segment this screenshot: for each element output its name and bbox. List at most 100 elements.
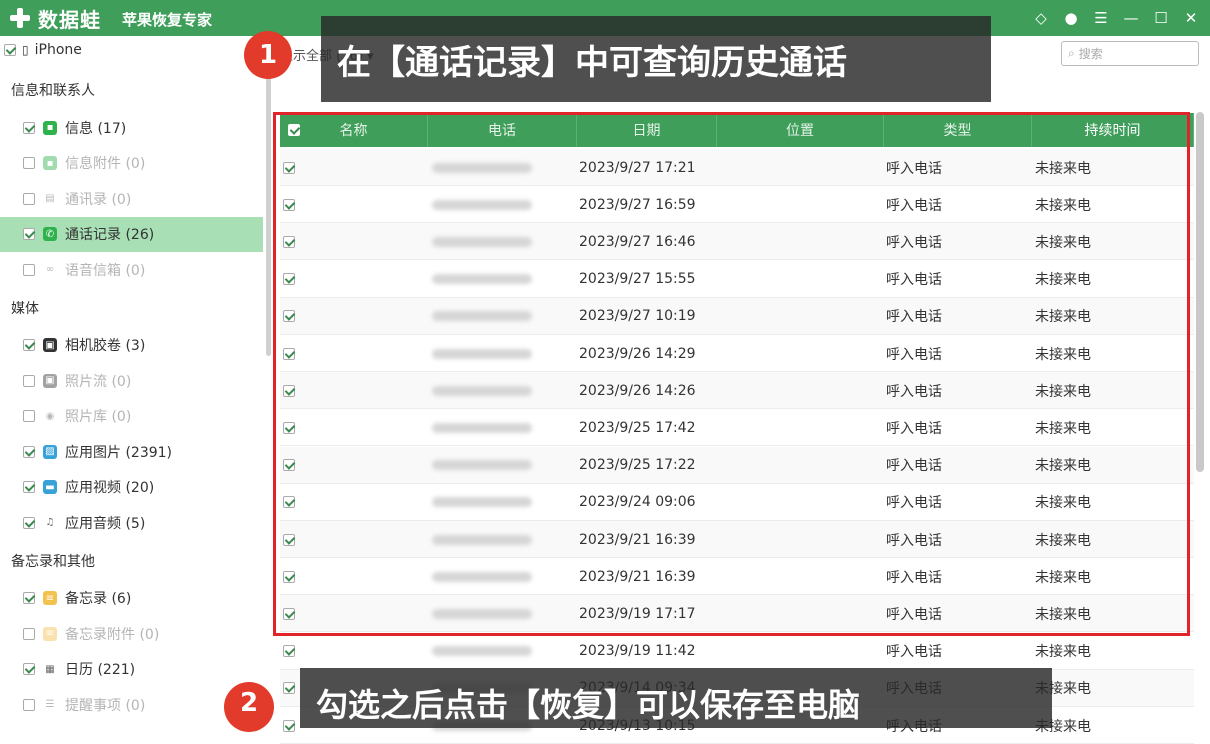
table-row[interactable]: 2023/9/27 17:21 呼入电话 未接来电	[280, 149, 1194, 186]
device-row[interactable]: ▯ iPhone	[4, 40, 82, 60]
sidebar-item-checkbox[interactable]	[23, 263, 35, 276]
row-checkbox[interactable]	[283, 719, 295, 732]
sidebar-item[interactable]: ≡ 备忘录 (6)	[0, 581, 263, 616]
table-row[interactable]: 2023/9/26 14:26 呼入电话 未接来电	[280, 372, 1194, 410]
cell-type: 呼入电话	[886, 644, 942, 661]
sidebar-item-checkbox[interactable]	[23, 698, 35, 711]
app-video-icon: ▬	[43, 480, 57, 494]
table-row[interactable]: 2023/9/27 10:19 呼入电话 未接来电	[280, 297, 1194, 335]
close-icon[interactable]: ✕	[1178, 6, 1204, 30]
sidebar-item-checkbox[interactable]	[23, 445, 35, 458]
sidebar-item-checkbox[interactable]	[23, 192, 35, 205]
device-checkbox[interactable]	[4, 44, 16, 56]
table-row[interactable]: 2023/9/21 16:39 呼入电话 未接来电	[280, 558, 1194, 596]
row-checkbox[interactable]	[283, 235, 295, 248]
sidebar-item-checkbox[interactable]	[23, 374, 35, 387]
table-row[interactable]: 2023/9/26 14:29 呼入电话 未接来电	[280, 335, 1194, 372]
sidebar-item-checkbox[interactable]	[23, 121, 35, 134]
column-header[interactable]: 持续时间	[1032, 113, 1194, 147]
sidebar-item-checkbox[interactable]	[23, 157, 35, 169]
search-placeholder: 搜索	[1078, 47, 1103, 61]
row-checkbox[interactable]	[283, 607, 295, 620]
column-header[interactable]: 日期	[577, 113, 717, 147]
sidebar-item-checkbox[interactable]	[23, 592, 35, 604]
sidebar-item-checkbox[interactable]	[23, 627, 35, 640]
sidebar-item[interactable]: ▣ 照片流 (0)	[0, 363, 263, 398]
sidebar-item[interactable]: ◉ 照片库 (0)	[0, 399, 263, 434]
cell-date: 2023/9/26 14:26	[579, 382, 696, 399]
row-checkbox[interactable]	[283, 198, 295, 211]
table-row[interactable]: 2023/9/21 16:39 呼入电话 未接来电	[280, 521, 1194, 558]
sidebar-item-checkbox[interactable]	[23, 516, 35, 529]
row-checkbox[interactable]	[283, 384, 295, 397]
sidebar-item[interactable]: ▪ 信息 (17)	[0, 110, 263, 145]
sidebar-item[interactable]: ✆ 通话记录 (26)	[0, 216, 263, 252]
chat-icon[interactable]: ●	[1058, 6, 1084, 30]
table-row[interactable]: 2023/9/19 17:17 呼入电话 未接来电	[280, 595, 1194, 633]
device-label: iPhone	[34, 42, 82, 58]
table-row[interactable]: 2023/9/19 11:42 呼入电话 未接来电	[280, 633, 1194, 670]
column-header[interactable]: 类型	[884, 113, 1032, 147]
table-row[interactable]: 2023/9/27 16:46 呼入电话 未接来电	[280, 223, 1194, 261]
cell-date: 2023/9/27 16:59	[579, 196, 696, 213]
cell-date: 2023/9/27 16:46	[579, 233, 696, 250]
redacted-phone-number	[432, 497, 532, 508]
sidebar-section-title: 信息和联系人	[11, 83, 95, 99]
minimize-icon[interactable]: —	[1118, 6, 1144, 30]
table-row[interactable]: 2023/9/25 17:42 呼入电话 未接来电	[280, 409, 1194, 447]
row-checkbox[interactable]	[283, 347, 295, 360]
sidebar-item-checkbox[interactable]	[23, 339, 35, 351]
row-checkbox[interactable]	[283, 645, 295, 658]
sidebar-item-checkbox[interactable]	[23, 481, 35, 493]
step2-number: 2	[239, 688, 259, 718]
sidebar-item[interactable]: ∞ 语音信箱 (0)	[0, 252, 263, 287]
row-checkbox[interactable]	[283, 310, 295, 323]
sidebar-item-label: 通讯录 (0)	[65, 191, 132, 208]
cell-duration: 未接来电	[1035, 272, 1091, 289]
row-checkbox[interactable]	[283, 570, 295, 583]
app-logo: 数据蛙	[8, 5, 101, 32]
row-checkbox[interactable]	[283, 273, 295, 286]
diamond-icon[interactable]: ◇	[1028, 6, 1054, 30]
table-row[interactable]: 2023/9/27 15:55 呼入电话 未接来电	[280, 261, 1194, 298]
sidebar-item[interactable]: ▬ 应用视频 (20)	[0, 470, 263, 505]
column-header[interactable]: 电话	[428, 113, 577, 147]
row-checkbox[interactable]	[283, 533, 295, 546]
cell-date: 2023/9/27 17:21	[579, 159, 696, 176]
row-checkbox[interactable]	[283, 161, 295, 174]
cell-date: 2023/9/21 16:39	[579, 531, 696, 548]
row-checkbox[interactable]	[283, 682, 295, 695]
table-row[interactable]: 2023/9/24 09:06 呼入电话 未接来电	[280, 484, 1194, 521]
row-checkbox[interactable]	[283, 496, 295, 509]
sidebar-item-checkbox[interactable]	[23, 410, 35, 422]
cell-type: 呼入电话	[886, 309, 942, 326]
step1-number: 1	[258, 40, 278, 70]
sidebar-scrollbar[interactable]	[266, 36, 271, 356]
cell-type: 呼入电话	[886, 420, 942, 437]
table-row[interactable]: 2023/9/27 16:59 呼入电话 未接来电	[280, 186, 1194, 224]
sidebar-item[interactable]: ▤ 通讯录 (0)	[0, 181, 263, 216]
search-box[interactable]: ⌕ 搜索	[1061, 41, 1199, 66]
sidebar-item[interactable]: ▣ 相机胶卷 (3)	[0, 328, 263, 363]
sidebar-section-title: 媒体	[11, 300, 39, 317]
sidebar-item-label: 语音信箱 (0)	[65, 262, 146, 279]
sidebar-item[interactable]: ≡ 备忘录附件 (0)	[0, 616, 263, 651]
column-header[interactable]: 名称	[280, 113, 428, 147]
redacted-phone-number	[432, 385, 532, 396]
calendar-icon: ▦	[45, 663, 55, 675]
table-scrollbar[interactable]	[1196, 112, 1204, 472]
column-header[interactable]: 位置	[717, 113, 884, 147]
row-checkbox[interactable]	[283, 459, 295, 472]
sidebar-item[interactable]: ▨ 应用图片 (2391)	[0, 434, 263, 469]
menu-icon[interactable]: ☰	[1088, 6, 1114, 30]
sidebar-item[interactable]: ▪ 信息附件 (0)	[0, 146, 263, 181]
sidebar-item-checkbox[interactable]	[23, 663, 35, 675]
row-checkbox[interactable]	[283, 421, 295, 434]
sidebar-item[interactable]: ♫ 应用音频 (5)	[0, 505, 263, 540]
sidebar-item-checkbox[interactable]	[23, 228, 35, 240]
cell-date: 2023/9/24 09:06	[579, 494, 696, 511]
cell-duration: 未接来电	[1035, 495, 1091, 512]
maximize-icon[interactable]: ☐	[1148, 6, 1174, 30]
sidebar-item[interactable]: ▦ 日历 (221)	[0, 652, 263, 687]
table-row[interactable]: 2023/9/25 17:22 呼入电话 未接来电	[280, 446, 1194, 484]
